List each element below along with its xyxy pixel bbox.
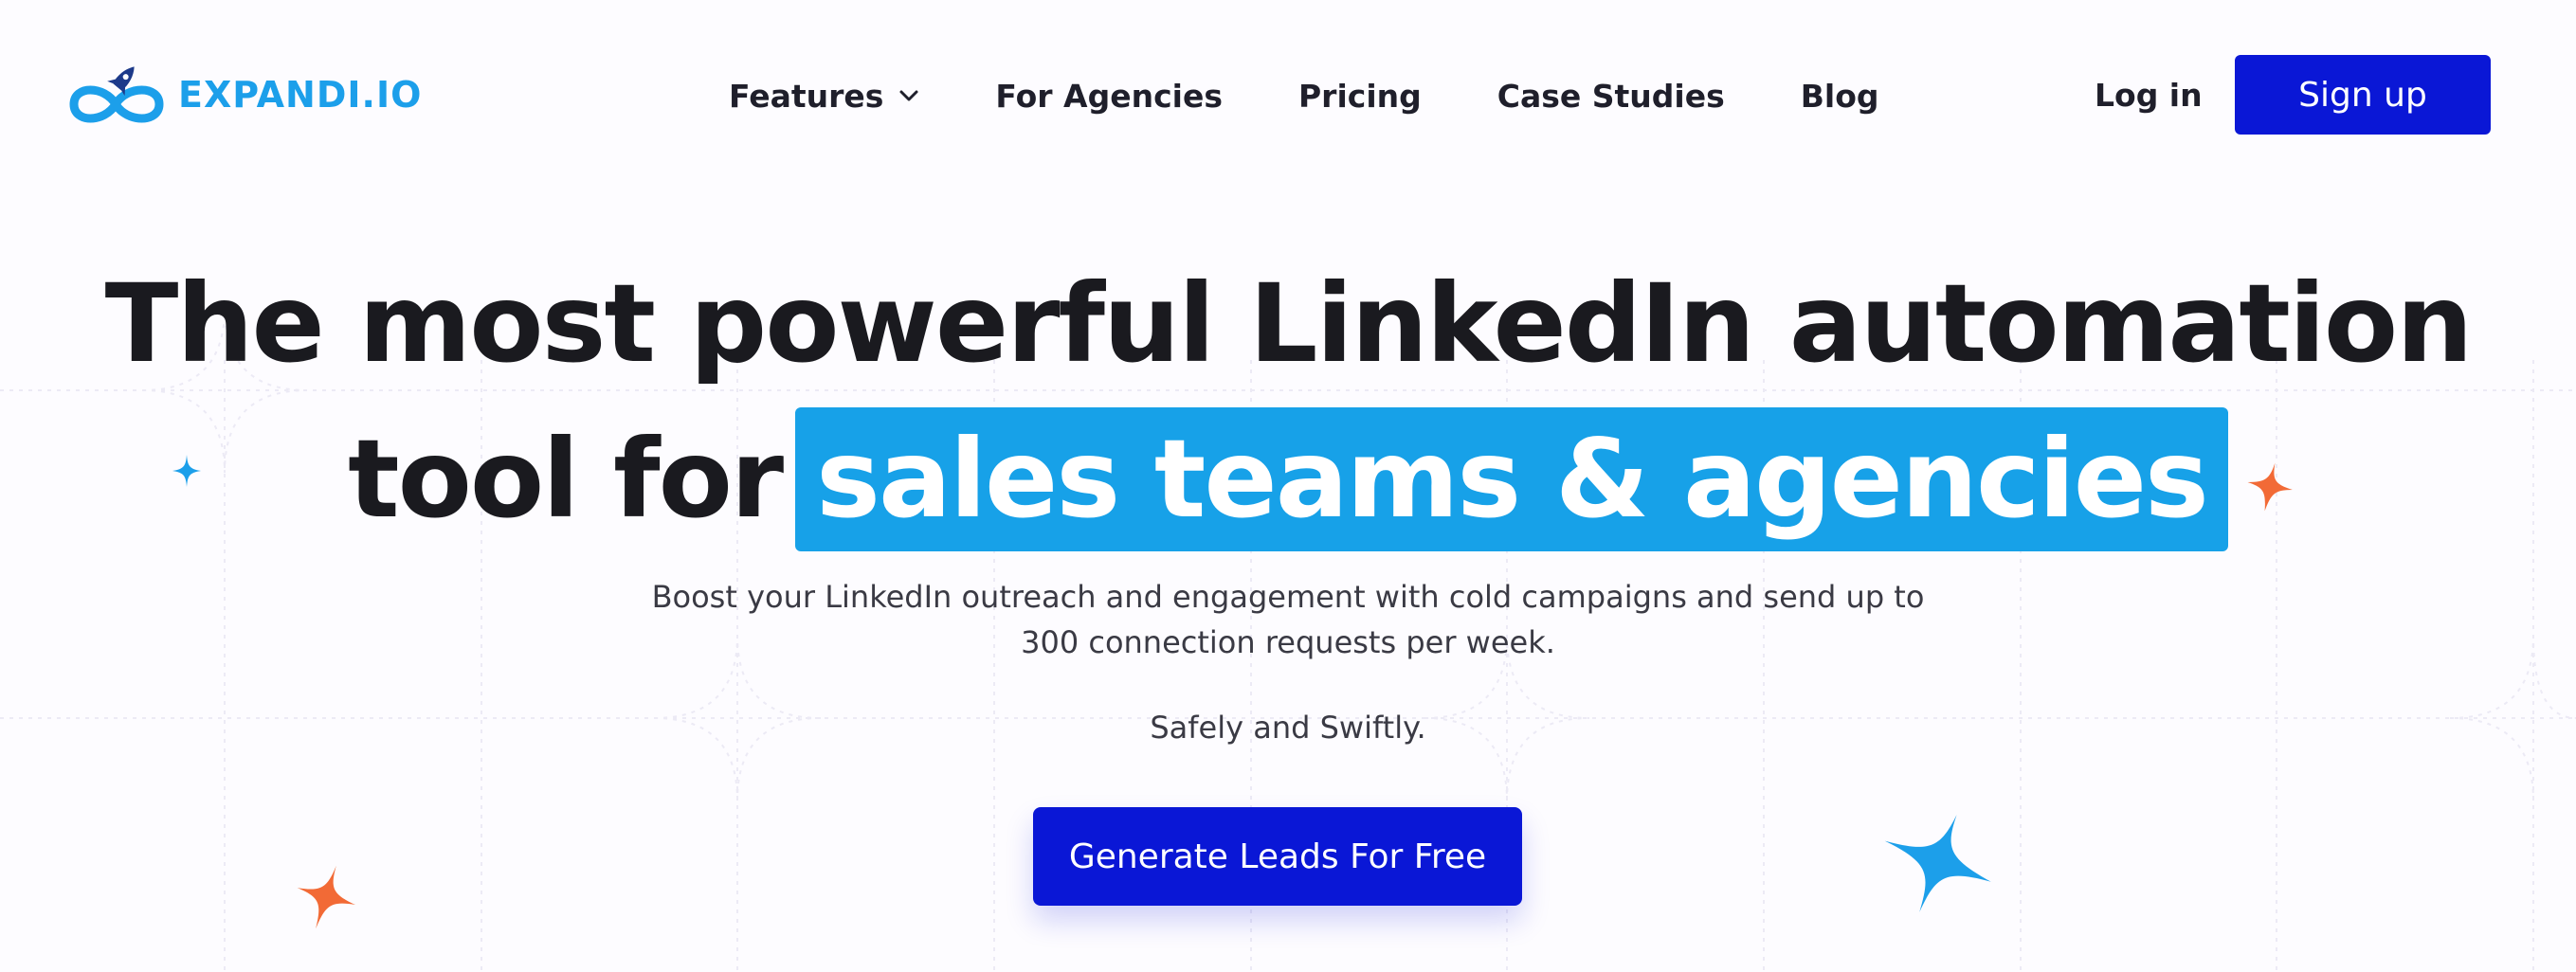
nav-item-label: Features [729,77,884,115]
sparkle-icon-blue [172,455,201,487]
nav-item-pricing[interactable]: Pricing [1298,78,1422,115]
nav-item-label: Blog [1800,77,1879,115]
login-link[interactable]: Log in [2095,72,2203,119]
hero-tagline: Safely and Swiftly. [1150,710,1426,746]
main-nav: Features For Agencies Pricing Case Studi… [729,72,1879,119]
landing-page: EXPANDI.IO Features For Agencies Pricing… [0,0,2576,972]
nav-item-case-studies[interactable]: Case Studies [1497,78,1725,115]
sparkle-icon-orange [2247,462,2293,512]
signup-button[interactable]: Sign up [2235,55,2491,135]
hero-headline-highlight: sales teams & agencies [795,407,2228,551]
nav-item-label: For Agencies [995,77,1223,115]
hero-headline-line2: tool for sales teams & agencies [0,407,2576,551]
nav-item-blog[interactable]: Blog [1801,78,1879,115]
chevron-down-icon [898,89,919,102]
brand-name: EXPANDI.IO [178,74,423,116]
rocket-infinity-logo-icon [69,66,164,123]
hero-subtitle: Boost your LinkedIn outreach and engagem… [0,574,2576,665]
sparkle-icon-blue [1884,815,1991,912]
hero-subtitle-line2: 300 connection requests per week. [1021,624,1555,660]
nav-item-label: Pricing [1298,77,1422,115]
hero-headline-prefix: tool for [348,416,784,542]
hero-subtitle-line1: Boost your LinkedIn outreach and engagem… [651,579,1925,615]
hero-headline-line1: The most powerful LinkedIn automation [104,261,2474,387]
generate-leads-button[interactable]: Generate Leads For Free [1033,807,1522,906]
sparkle-icon-orange [297,865,356,929]
nav-item-features[interactable]: Features [729,78,919,115]
nav-item-label: Case Studies [1497,77,1725,115]
nav-item-for-agencies[interactable]: For Agencies [995,78,1223,115]
brand-logo[interactable]: EXPANDI.IO [66,57,422,133]
